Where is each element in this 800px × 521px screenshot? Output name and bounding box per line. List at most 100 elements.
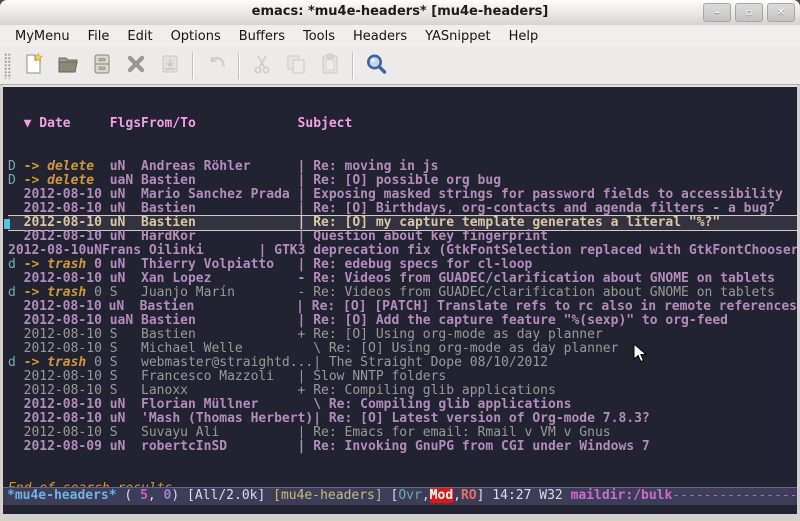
search-button[interactable] xyxy=(359,51,393,81)
menu-item-file[interactable]: File xyxy=(79,27,119,46)
menu-item-headers[interactable]: Headers xyxy=(344,27,416,46)
modeline-modified-flag: Mod xyxy=(430,488,453,503)
copy-button[interactable] xyxy=(279,51,313,81)
menu-item-buffers[interactable]: Buffers xyxy=(230,27,294,46)
undo-icon xyxy=(204,52,228,80)
message-row[interactable]: 2012-08-10uNBastien| Re: [O] my capture … xyxy=(8,216,797,230)
menu-item-mymenu[interactable]: MyMenu xyxy=(6,27,79,46)
message-row[interactable]: 2012-08-10SSuvayu Ali| Re: Emacs for ema… xyxy=(8,426,797,440)
flags-cell: S xyxy=(110,384,141,398)
mark-char-cell xyxy=(8,384,24,398)
mark-target-cell: -> delete xyxy=(24,174,110,188)
mark-char-cell xyxy=(8,426,24,440)
subject-cell: + Re: [O] Using org-mode as day planner xyxy=(298,328,603,342)
message-row[interactable]: 2012-08-09uNrobertcInSD| Re: Invoking Gn… xyxy=(8,440,797,454)
toolbar-separator xyxy=(352,53,354,79)
mark-char-cell xyxy=(8,202,24,216)
save-buffer-button[interactable] xyxy=(153,51,187,81)
modeline-space xyxy=(563,488,571,503)
maximize-button[interactable]: ▫ xyxy=(735,3,763,22)
message-row[interactable]: 2012-08-10uNMario Sanchez Prada| Exposin… xyxy=(8,188,797,202)
message-row[interactable]: d-> trash 0SJuanjo Marín- Re: Videos fro… xyxy=(8,286,797,300)
menu-item-help[interactable]: Help xyxy=(500,27,548,46)
clipboard-icon xyxy=(318,52,342,80)
subject-cell: | Re: [O] Add the capture feature "%(sex… xyxy=(298,314,728,328)
flags-cell: uN xyxy=(110,440,141,454)
date-cell: 2012-08-10 xyxy=(8,244,86,258)
menu-item-options[interactable]: Options xyxy=(162,27,230,46)
date-cell: 2012-08-10 xyxy=(24,216,110,230)
subject-cell: - Re: Videos from GUADEC/clarification a… xyxy=(298,286,775,300)
titlebar[interactable]: emacs: *mu4e-headers* [mu4e-headers] –▫✕ xyxy=(0,0,800,26)
paste-button[interactable] xyxy=(313,51,347,81)
date-cell: 2012-08-10 xyxy=(24,412,110,426)
header-date[interactable]: ▼ Date xyxy=(24,115,110,132)
flags-cell: uN xyxy=(110,272,141,286)
save-icon xyxy=(158,52,182,80)
message-row[interactable]: 2012-08-10uN'Mash (Thomas Herbert)| Re: … xyxy=(8,412,797,426)
modeline-buffer-name: *mu4e-headers* xyxy=(7,488,117,503)
message-row[interactable]: 2012-08-10SFrancesco Mazzoli| Slow NNTP … xyxy=(8,370,797,384)
header-flags[interactable]: Flgs xyxy=(110,115,141,132)
message-row[interactable]: d-> trash 0Swebmaster@straightd...| The … xyxy=(8,356,797,370)
window-title: emacs: *mu4e-headers* [mu4e-headers] xyxy=(0,4,800,19)
subject-cell: | Re: edebug specs for cl-loop xyxy=(298,258,533,272)
subject-cell: | Re: Emacs for email: Rmail v VM v Gnus xyxy=(298,426,611,440)
message-row[interactable]: 2012-08-10uNFrans Oilinki| GTK3 deprecat… xyxy=(8,244,797,258)
from-cell: Bastien xyxy=(141,328,298,342)
mode-line[interactable]: *mu4e-headers* ( 5, 0) [All/2.0k] [mu4e-… xyxy=(3,487,797,505)
message-row[interactable]: 2012-08-10SLanoxx+ Re: Compiling glib ap… xyxy=(8,384,797,398)
close-button[interactable]: ✕ xyxy=(767,3,795,22)
message-row[interactable]: 2012-08-10uNHardKor| Question about key … xyxy=(8,230,797,244)
header-subject[interactable]: Subject xyxy=(298,115,353,132)
cut-button[interactable] xyxy=(245,51,279,81)
message-row[interactable]: 2012-08-10SBastien+ Re: [O] Using org-mo… xyxy=(8,328,797,342)
new-file-button[interactable] xyxy=(17,51,51,81)
scissors-icon xyxy=(250,52,274,80)
subject-cell: | Re: [O] possible org bug xyxy=(298,174,502,188)
menu-item-yasnippet[interactable]: YASnippet xyxy=(416,27,500,46)
menu-item-tools[interactable]: Tools xyxy=(294,27,344,46)
message-row[interactable]: 2012-08-10SMichael Welle \ Re: [O] Using… xyxy=(8,342,797,356)
modeline-maildir: maildir:/bulk xyxy=(571,488,673,503)
from-cell: Bastien xyxy=(141,314,298,328)
modeline-line-number: 5 xyxy=(140,488,148,503)
close-buffer-button[interactable] xyxy=(119,51,153,81)
from-cell: Francesco Mazzoli xyxy=(141,370,298,384)
menu-item-edit[interactable]: Edit xyxy=(118,27,161,46)
mark-action: trash xyxy=(47,356,86,370)
from-cell: Bastien xyxy=(141,216,298,230)
message-row[interactable]: d-> trash 0uNThierry Volpiatto| Re: edeb… xyxy=(8,258,797,272)
message-row[interactable]: 2012-08-10uNXan Lopez- Re: Videos from G… xyxy=(8,272,797,286)
emacs-buffer[interactable]: ▼ Date Flgs From/To Subject D-> deleteuN… xyxy=(3,85,797,514)
mark-char-cell xyxy=(8,272,24,286)
modeline-comma: , xyxy=(453,488,461,503)
modeline-overwrite-flag: Ovr xyxy=(398,488,421,503)
message-row[interactable]: D-> deleteuNAndreas Röhler| Re: moving i… xyxy=(8,160,797,174)
message-row[interactable]: D-> deleteuaNBastien| Re: [O] possible o… xyxy=(8,174,797,188)
mark-arrow: -> xyxy=(24,258,47,272)
dired-button[interactable] xyxy=(85,51,119,81)
message-row[interactable]: 2012-08-10uNFlorian Müllner \ Re: Compil… xyxy=(8,398,797,412)
message-row[interactable]: 2012-08-10uNBastien| Re: [O] Birthdays, … xyxy=(8,202,797,216)
undo-button[interactable] xyxy=(199,51,233,81)
date-residue: 0 xyxy=(86,356,102,370)
from-cell: Florian Müllner xyxy=(141,398,298,412)
open-file-button[interactable] xyxy=(51,51,85,81)
mark-char-cell xyxy=(8,398,24,412)
flags-cell: uaN xyxy=(110,314,141,328)
open-folder-icon xyxy=(56,52,80,80)
mark-char-cell xyxy=(8,230,24,244)
message-row[interactable]: 2012-08-10uNBastien| Re: [O] [PATCH] Tra… xyxy=(8,300,797,314)
header-from[interactable]: From/To xyxy=(141,115,298,132)
subject-cell: | Exposing masked strings for password f… xyxy=(298,188,783,202)
date-cell: 2012-08-10 xyxy=(24,272,110,286)
message-row[interactable]: 2012-08-10uaNBastien| Re: [O] Add the ca… xyxy=(8,314,797,328)
mark-char-cell xyxy=(8,216,24,230)
flags-cell: S xyxy=(110,356,141,370)
search-icon xyxy=(364,52,388,80)
emacs-window: emacs: *mu4e-headers* [mu4e-headers] –▫✕… xyxy=(0,0,800,521)
minimize-button[interactable]: – xyxy=(703,3,731,22)
subject-cell: | Question about key fingerprint xyxy=(298,230,548,244)
toolbar-drag-handle[interactable] xyxy=(4,53,11,79)
